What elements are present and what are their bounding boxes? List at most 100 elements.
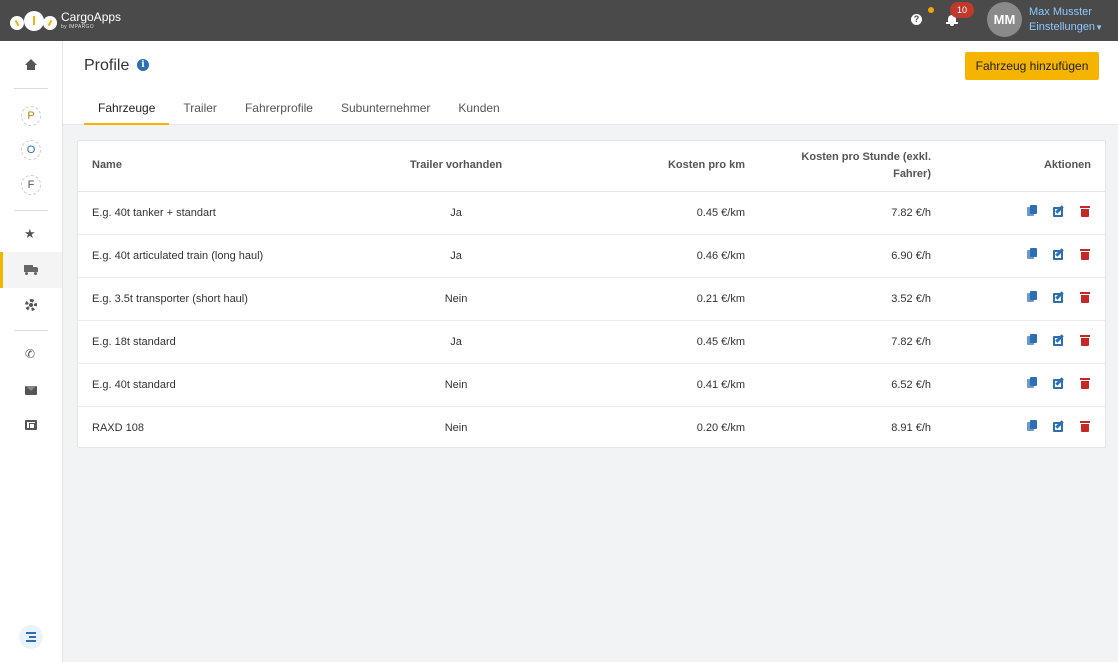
header-name[interactable]: Name [78,141,328,192]
cost-per-km: 0.45 €/km [584,191,759,235]
trailer-available: Nein [328,277,584,321]
cost-per-hour: 6.52 €/h [759,363,945,407]
trailer-available: Nein [444,421,468,434]
page-header: Profile i Fahrzeug hinzufügen Fahrzeuge … [63,41,1118,125]
vehicle-name: E.g. 40t articulated train (long haul) [78,234,328,278]
edit-icon[interactable] [1053,420,1065,433]
sidebar-item-f[interactable]: F [21,175,41,195]
brand-name: CargoApps [61,9,122,24]
header-cost-hour[interactable]: Kosten pro Stunde (exkl. Fahrer) [759,141,945,192]
copy-icon[interactable] [1027,420,1039,432]
table-row[interactable]: E.g. 40t standard Nein 0.41 €/km 6.52 €/… [78,363,1105,407]
tab-trailers[interactable]: Trailer [169,95,231,125]
header-actions: Aktionen [945,141,1105,192]
help-icon[interactable]: ? [911,14,922,25]
gear-icon [25,299,37,311]
tab-driver-profiles[interactable]: Fahrerprofile [231,95,327,125]
vehicles-table-card: Name Trailer vorhanden Kosten pro km Kos… [77,140,1106,448]
cost-per-km: 0.45 €/km [584,320,759,364]
sidebar-item-p[interactable]: P [21,106,41,126]
header-cost-km[interactable]: Kosten pro km [584,141,759,192]
tab-customers[interactable]: Kunden [444,95,513,125]
edit-icon[interactable] [1053,334,1065,346]
sidebar-item-phone[interactable]: ✆ [0,337,62,373]
sidebar-item-mail[interactable] [0,372,62,408]
sidebar-divider [14,330,48,331]
row-actions [945,363,1105,407]
info-icon[interactable]: i [137,59,149,71]
vehicle-name: E.g. 3.5t transporter (short haul) [78,277,328,321]
sidebar-divider [14,88,48,89]
edit-icon[interactable] [1053,291,1065,303]
trash-icon[interactable] [1079,248,1091,260]
header-cost-hour-line2: Fahrer) [893,167,931,180]
page-title: Profile [84,57,130,74]
row-actions [945,234,1105,278]
edit-icon[interactable] [1053,205,1065,217]
add-vehicle-button[interactable]: Fahrzeug hinzufügen [965,52,1099,80]
copy-icon[interactable] [1027,291,1039,303]
sidebar-item-settings[interactable] [0,287,62,323]
trailer-available: Ja [328,320,584,364]
row-actions [945,191,1105,235]
cost-per-hour: 7.82 €/h [759,320,945,364]
settings-dropdown[interactable]: Einstellungen▼ [1029,21,1103,33]
row-actions [945,277,1105,321]
brand[interactable]: CargoApps by IMPARGO [10,7,121,33]
table-row[interactable]: E.g. 40t articulated train (long haul) J… [78,234,1105,278]
vehicle-name: E.g. 18t standard [78,320,328,364]
settings-label: Einstellungen [1029,21,1096,33]
user-name[interactable]: Max Musster [1029,6,1092,18]
table-row[interactable]: RAXD 108 Nein 0.20 €/km 8.91 €/h [78,406,1105,449]
cost-per-km: 0.21 €/km [584,277,759,321]
sidebar-item-favorites[interactable]: ★ [0,217,62,253]
table-row[interactable]: E.g. 3.5t transporter (short haul) Nein … [78,277,1105,321]
header-cost-hour-line1: Kosten pro Stunde (exkl. [801,150,931,163]
tab-subcontractors[interactable]: Subunternehmer [327,95,444,125]
trash-icon[interactable] [1079,291,1091,303]
film-icon [25,420,37,430]
cost-per-hour: 8.91 €/h [891,421,931,434]
sidebar-item-home[interactable] [0,47,62,83]
trash-icon[interactable] [1079,334,1091,346]
cargoapps-logo-icon [10,9,58,31]
header-trailer[interactable]: Trailer vorhanden [328,141,584,192]
vehicle-name: E.g. 40t tanker + standart [78,191,328,235]
trailer-available: Ja [328,234,584,278]
row-actions [945,406,1105,449]
tab-vehicles[interactable]: Fahrzeuge [84,95,170,125]
copy-icon[interactable] [1027,205,1039,217]
cost-per-km: 0.46 €/km [584,234,759,278]
sidebar-divider [14,210,48,211]
table-row[interactable]: E.g. 40t tanker + standart Ja 0.45 €/km … [78,191,1105,235]
edit-icon[interactable] [1053,377,1065,389]
avatar[interactable]: MM [987,2,1022,37]
edit-icon[interactable] [1053,248,1065,260]
sidebar-item-media[interactable] [0,407,62,443]
copy-icon[interactable] [1027,334,1039,346]
copy-icon[interactable] [1027,377,1039,389]
truck-icon [24,265,38,275]
cost-per-km: 0.41 €/km [584,363,759,407]
cost-per-hour: 3.52 €/h [759,277,945,321]
star-icon: ★ [24,226,36,241]
phone-icon: ✆ [25,347,36,361]
brand-subtitle: by IMPARGO [61,23,94,30]
sidebar-item-o[interactable]: O [21,140,41,160]
trash-icon[interactable] [1079,205,1091,217]
trailer-available: Nein [328,363,584,407]
trailer-available: Ja [328,191,584,235]
cost-per-hour: 6.90 €/h [759,234,945,278]
sidebar: P O F ★ ✆ [0,41,63,662]
table-header-row: Name Trailer vorhanden Kosten pro km Kos… [78,141,1105,192]
sidebar-item-vehicles[interactable] [0,252,62,288]
collapse-sidebar-button[interactable] [19,625,43,649]
help-indicator-dot [928,7,934,13]
trash-icon[interactable] [1079,377,1091,389]
copy-icon[interactable] [1027,248,1039,260]
notification-count-badge[interactable]: 10 [950,2,974,18]
cost-per-hour: 7.82 €/h [759,191,945,235]
trash-icon[interactable] [1079,420,1091,433]
table-row[interactable]: E.g. 18t standard Ja 0.45 €/km 7.82 €/h [78,320,1105,364]
collapse-icon [26,632,36,634]
